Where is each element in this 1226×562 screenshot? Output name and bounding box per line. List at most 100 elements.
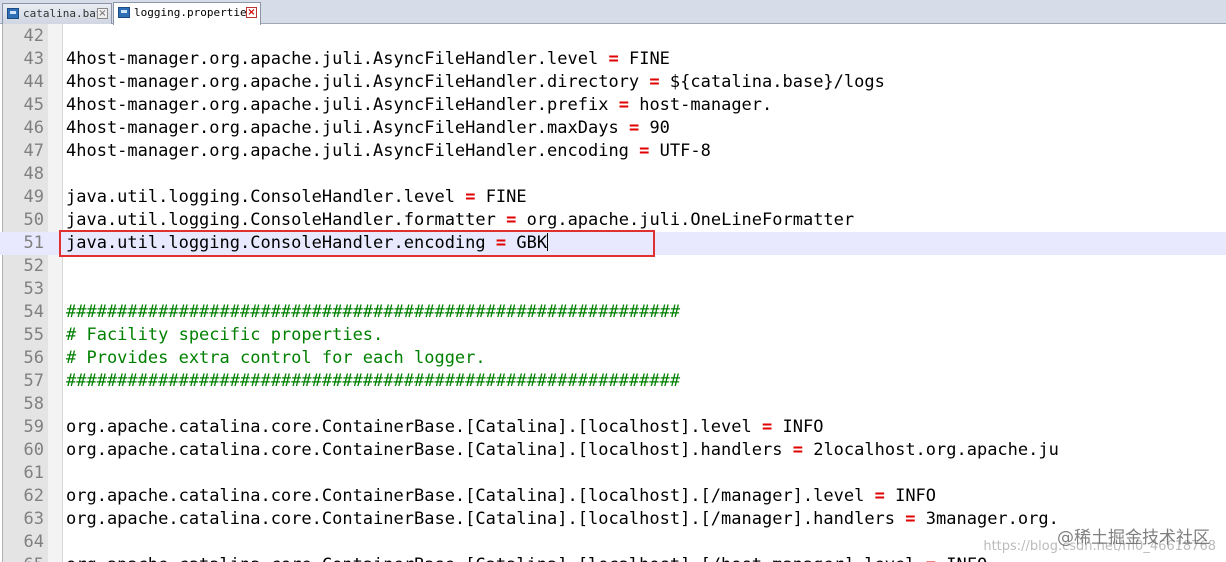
code-line[interactable]: 48: [0, 163, 1226, 186]
code-line[interactable]: 55 # Facility specific properties.: [0, 324, 1226, 347]
code-line[interactable]: 61: [0, 462, 1226, 485]
assignment-operator: =: [874, 486, 885, 506]
line-number: 46: [23, 118, 44, 138]
assignment-operator: =: [608, 49, 619, 69]
line-number: 54: [23, 302, 44, 322]
line-number: 65: [8, 554, 44, 562]
code-line[interactable]: 45 4host-manager.org.apache.juli.AsyncFil…: [0, 94, 1226, 117]
line-number: 48: [23, 164, 44, 184]
code-line[interactable]: 47 4host-manager.org.apache.juli.AsyncFil…: [0, 140, 1226, 163]
property-value: UTF-8: [659, 141, 711, 161]
line-number: 57: [23, 371, 44, 391]
line-content: org.apache.catalina.core.ContainerBase.[…: [66, 485, 936, 508]
line-number: 60: [23, 440, 44, 460]
line-number: 49: [23, 187, 44, 207]
assignment-operator: =: [506, 210, 517, 230]
close-icon[interactable]: ×: [246, 7, 257, 18]
line-content: # Facility specific properties.: [66, 324, 383, 347]
line-content: org.apache.catalina.core.ContainerBase.[…: [66, 439, 1059, 462]
property-key: org.apache.catalina.core.ContainerBase.[…: [66, 440, 783, 460]
property-key: org.apache.catalina.core.ContainerBase.[…: [66, 509, 896, 529]
property-value: FINE: [628, 49, 670, 69]
property-value: host-manager.: [639, 95, 773, 115]
assignment-operator: =: [618, 95, 629, 115]
property-value: 90: [649, 118, 670, 138]
line-number: 55: [23, 325, 44, 345]
comment-text: # Provides extra control for each logger…: [66, 348, 486, 368]
line-content: 4host-manager.org.apache.juli.AsyncFileH…: [66, 94, 772, 117]
line-content: java.util.logging.ConsoleHandler.level =…: [66, 186, 527, 209]
code-line[interactable]: 53: [0, 278, 1226, 301]
tab-label: catalina.bat: [23, 7, 103, 20]
file-icon: [7, 8, 19, 19]
code-line[interactable]: 46 4host-manager.org.apache.juli.AsyncFil…: [0, 117, 1226, 140]
tab-logging-properties[interactable]: logging.properties ×: [113, 2, 261, 25]
line-number: 59: [23, 417, 44, 437]
code-editor[interactable]: 42 43 4host-manager.org.apache.juli.AsyncF…: [0, 24, 1226, 562]
code-line[interactable]: 65 org.apache.catalina.core.ContainerBase…: [0, 554, 1226, 562]
line-number: 44: [23, 72, 44, 92]
code-line[interactable]: 49 java.util.logging.ConsoleHandler.level…: [0, 186, 1226, 209]
line-content: 4host-manager.org.apache.juli.AsyncFileH…: [66, 140, 711, 163]
code-line[interactable]: 44 4host-manager.org.apache.juli.AsyncFil…: [0, 71, 1226, 94]
highlight-annotation-box: [59, 230, 655, 257]
line-number: 42: [23, 26, 44, 46]
code-line[interactable]: 63 org.apache.catalina.core.ContainerBase…: [0, 508, 1226, 531]
property-key: 4host-manager.org.apache.juli.AsyncFileH…: [66, 72, 640, 92]
line-content: ########################################…: [66, 370, 680, 393]
code-line[interactable]: 59 org.apache.catalina.core.ContainerBase…: [0, 416, 1226, 439]
assignment-operator: =: [792, 440, 803, 460]
close-icon[interactable]: ×: [97, 8, 108, 19]
line-content: org.apache.catalina.core.ContainerBase.[…: [66, 508, 1059, 531]
property-value: org.apache.juli.OneLineFormatter: [526, 210, 855, 230]
line-content: 4host-manager.org.apache.juli.AsyncFileH…: [66, 117, 670, 140]
line-number: 45: [23, 95, 44, 115]
line-number: 63: [23, 509, 44, 529]
tab-catalina-bat[interactable]: catalina.bat ×: [2, 3, 112, 24]
code-line[interactable]: 42: [0, 25, 1226, 48]
code-line[interactable]: 58: [0, 393, 1226, 416]
comment-text: ########################################…: [66, 371, 681, 391]
comment-text: # Facility specific properties.: [66, 325, 384, 345]
property-value: FINE: [485, 187, 527, 207]
property-value: 3manager.org.: [925, 509, 1059, 529]
assignment-operator: =: [649, 72, 660, 92]
property-key: java.util.logging.ConsoleHandler.level: [66, 187, 455, 207]
line-content: org.apache.catalina.core.ContainerBase.[…: [66, 554, 987, 562]
line-content: # Provides extra control for each logger…: [66, 347, 486, 370]
tab-label: logging.properties: [134, 6, 254, 19]
line-number: 62: [23, 486, 44, 506]
property-value: INFO: [895, 486, 937, 506]
code-line[interactable]: 62 org.apache.catalina.core.ContainerBase…: [0, 485, 1226, 508]
code-line[interactable]: 50 java.util.logging.ConsoleHandler.forma…: [0, 209, 1226, 232]
line-content: java.util.logging.ConsoleHandler.formatt…: [66, 209, 854, 232]
property-key: 4host-manager.org.apache.juli.AsyncFileH…: [66, 141, 629, 161]
code-line[interactable]: 57 ######################################…: [0, 370, 1226, 393]
comment-text: ########################################…: [66, 302, 681, 322]
assignment-operator: =: [905, 509, 916, 529]
line-number: 47: [23, 141, 44, 161]
file-icon: [118, 7, 130, 18]
line-content: org.apache.catalina.core.ContainerBase.[…: [66, 416, 823, 439]
property-key: org.apache.catalina.core.ContainerBase.[…: [66, 486, 865, 506]
line-number: 43: [23, 49, 44, 69]
line-number: 52: [23, 256, 44, 276]
code-line[interactable]: 43 4host-manager.org.apache.juli.AsyncFil…: [0, 48, 1226, 71]
assignment-operator: =: [926, 555, 936, 562]
property-value: INFO: [782, 417, 824, 437]
code-line[interactable]: 54 ######################################…: [0, 301, 1226, 324]
assignment-operator: =: [465, 187, 476, 207]
code-line[interactable]: 56 # Provides extra control for each logg…: [0, 347, 1226, 370]
property-key: 4host-manager.org.apache.juli.AsyncFileH…: [66, 95, 609, 115]
property-key: 4host-manager.org.apache.juli.AsyncFileH…: [66, 49, 599, 69]
property-key: org.apache.catalina.core.ContainerBase.[…: [66, 555, 916, 562]
code-line[interactable]: 60 org.apache.catalina.core.ContainerBase…: [0, 439, 1226, 462]
code-line[interactable]: 52: [0, 255, 1226, 278]
line-content: 4host-manager.org.apache.juli.AsyncFileH…: [66, 71, 885, 94]
property-key: org.apache.catalina.core.ContainerBase.[…: [66, 417, 752, 437]
assignment-operator: =: [762, 417, 773, 437]
line-number: 61: [23, 463, 44, 483]
property-value: ${catalina.base}/logs: [669, 72, 885, 92]
property-value: INFO: [946, 555, 987, 562]
property-value: 2localhost.org.apache.ju: [813, 440, 1059, 460]
